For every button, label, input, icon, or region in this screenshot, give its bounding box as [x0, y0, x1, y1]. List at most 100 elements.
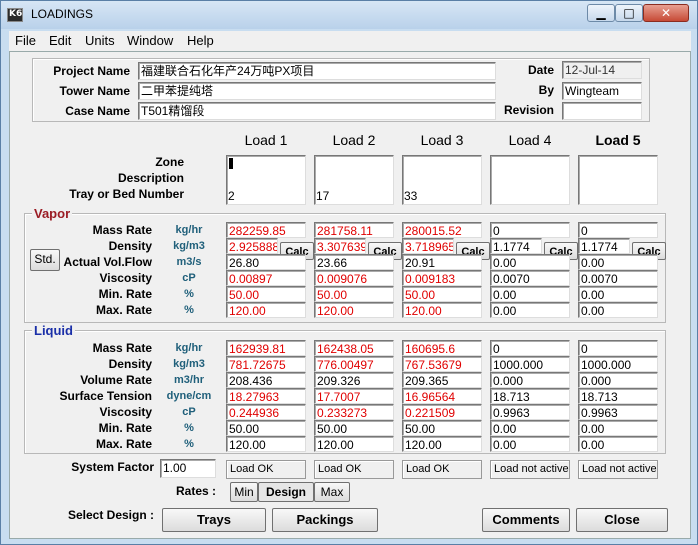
liquid-value-0-4[interactable]: 0: [490, 340, 570, 356]
zone-field-1[interactable]: [226, 155, 306, 172]
liquid-value-4-5[interactable]: 0.9963: [578, 404, 658, 420]
liquid-value-5-3[interactable]: 50.00: [402, 420, 482, 436]
liquid-value-1-5[interactable]: 1000.000: [578, 356, 658, 372]
vapor-value-2-5[interactable]: 0.00: [578, 254, 658, 270]
tower-name-field[interactable]: 二甲苯提纯塔: [138, 82, 496, 100]
menu-help[interactable]: Help: [187, 33, 214, 48]
liquid-value-0-5[interactable]: 0: [578, 340, 658, 356]
rate-max-button[interactable]: Max: [314, 482, 350, 502]
zone-field-4[interactable]: [490, 155, 570, 172]
tray-number-field-2[interactable]: 17: [314, 188, 394, 204]
vapor-value-3-4[interactable]: 0.0070: [490, 270, 570, 286]
vapor-value-4-3[interactable]: 50.00: [402, 286, 482, 302]
liquid-value-5-2[interactable]: 50.00: [314, 420, 394, 436]
tray-number-field-1[interactable]: 2: [226, 188, 306, 204]
title-bar[interactable]: K6 LOADINGS ▁ □ ✕: [1, 1, 697, 29]
vapor-value-3-2[interactable]: 0.009076: [314, 270, 394, 286]
vapor-value-5-5[interactable]: 0.00: [578, 302, 658, 318]
description-field-4[interactable]: [490, 172, 570, 188]
vapor-value-1-5[interactable]: 1.1774: [578, 238, 630, 254]
liquid-value-3-5[interactable]: 18.713: [578, 388, 658, 404]
liquid-value-1-4[interactable]: 1000.000: [490, 356, 570, 372]
tray-number-field-5[interactable]: [578, 188, 658, 204]
project-name-field[interactable]: 福建联合石化年产24万吨PX项目: [138, 62, 496, 80]
vapor-value-3-3[interactable]: 0.009183: [402, 270, 482, 286]
vapor-value-1-2[interactable]: 3.307639: [314, 238, 366, 254]
vapor-value-0-1[interactable]: 282259.85: [226, 222, 306, 238]
case-name-field[interactable]: T501精馏段: [138, 102, 496, 120]
vapor-value-1-3[interactable]: 3.718965: [402, 238, 454, 254]
description-field-5[interactable]: [578, 172, 658, 188]
vapor-value-4-4[interactable]: 0.00: [490, 286, 570, 302]
maximize-button[interactable]: □: [615, 4, 643, 22]
liquid-value-6-3[interactable]: 120.00: [402, 436, 482, 452]
liquid-value-6-2[interactable]: 120.00: [314, 436, 394, 452]
vapor-value-4-5[interactable]: 0.00: [578, 286, 658, 302]
liquid-value-2-3[interactable]: 209.365: [402, 372, 482, 388]
close-window-button[interactable]: ✕: [643, 4, 689, 22]
tray-number-field-3[interactable]: 33: [402, 188, 482, 204]
comments-button[interactable]: Comments: [482, 508, 570, 532]
minimize-button[interactable]: ▁: [587, 4, 615, 22]
vapor-value-1-4[interactable]: 1.1774: [490, 238, 542, 254]
description-field-3[interactable]: [402, 172, 482, 188]
trays-button[interactable]: Trays: [162, 508, 266, 532]
revision-field[interactable]: [562, 102, 642, 120]
vapor-value-0-3[interactable]: 280015.52: [402, 222, 482, 238]
vapor-value-3-1[interactable]: 0.00897: [226, 270, 306, 286]
description-field-1[interactable]: [226, 172, 306, 188]
menu-window[interactable]: Window: [127, 33, 173, 48]
vapor-value-2-1[interactable]: 26.80: [226, 254, 306, 270]
rate-design-button[interactable]: Design: [258, 482, 314, 502]
tray-number-field-4[interactable]: [490, 188, 570, 204]
liquid-value-5-4[interactable]: 0.00: [490, 420, 570, 436]
vapor-value-1-1[interactable]: 2.925888: [226, 238, 278, 254]
menu-units[interactable]: Units: [85, 33, 115, 48]
vapor-value-2-4[interactable]: 0.00: [490, 254, 570, 270]
liquid-value-0-2[interactable]: 162438.05: [314, 340, 394, 356]
vapor-value-5-1[interactable]: 120.00: [226, 302, 306, 318]
close-button[interactable]: Close: [576, 508, 668, 532]
zone-field-2[interactable]: [314, 155, 394, 172]
liquid-value-1-1[interactable]: 781.72675: [226, 356, 306, 372]
liquid-value-3-4[interactable]: 18.713: [490, 388, 570, 404]
liquid-value-2-2[interactable]: 209.326: [314, 372, 394, 388]
vapor-value-2-2[interactable]: 23.66: [314, 254, 394, 270]
by-field[interactable]: Wingteam: [562, 82, 642, 100]
liquid-value-5-5[interactable]: 0.00: [578, 420, 658, 436]
liquid-value-4-1[interactable]: 0.244936: [226, 404, 306, 420]
liquid-value-2-1[interactable]: 208.436: [226, 372, 306, 388]
liquid-value-0-3[interactable]: 160695.6: [402, 340, 482, 356]
menu-file[interactable]: File: [15, 33, 36, 48]
zone-field-5[interactable]: [578, 155, 658, 172]
liquid-value-1-3[interactable]: 767.53679: [402, 356, 482, 372]
vapor-value-5-2[interactable]: 120.00: [314, 302, 394, 318]
vapor-value-0-5[interactable]: 0: [578, 222, 658, 238]
liquid-value-1-2[interactable]: 776.00497: [314, 356, 394, 372]
liquid-value-4-3[interactable]: 0.221509: [402, 404, 482, 420]
liquid-value-6-1[interactable]: 120.00: [226, 436, 306, 452]
liquid-value-4-4[interactable]: 0.9963: [490, 404, 570, 420]
liquid-value-0-1[interactable]: 162939.81: [226, 340, 306, 356]
liquid-value-4-2[interactable]: 0.233273: [314, 404, 394, 420]
packings-button[interactable]: Packings: [272, 508, 378, 532]
liquid-value-2-4[interactable]: 0.000: [490, 372, 570, 388]
vapor-value-0-4[interactable]: 0: [490, 222, 570, 238]
system-factor-field[interactable]: 1.00: [160, 459, 216, 478]
rate-min-button[interactable]: Min: [230, 482, 258, 502]
menu-edit[interactable]: Edit: [49, 33, 71, 48]
description-field-2[interactable]: [314, 172, 394, 188]
vapor-value-2-3[interactable]: 20.91: [402, 254, 482, 270]
liquid-value-6-5[interactable]: 0.00: [578, 436, 658, 452]
liquid-value-3-3[interactable]: 16.96564: [402, 388, 482, 404]
vapor-value-3-5[interactable]: 0.0070: [578, 270, 658, 286]
liquid-value-3-2[interactable]: 17.7007: [314, 388, 394, 404]
liquid-value-6-4[interactable]: 0.00: [490, 436, 570, 452]
liquid-value-3-1[interactable]: 18.27963: [226, 388, 306, 404]
liquid-value-2-5[interactable]: 0.000: [578, 372, 658, 388]
vapor-value-0-2[interactable]: 281758.11: [314, 222, 394, 238]
vapor-value-4-1[interactable]: 50.00: [226, 286, 306, 302]
vapor-value-5-4[interactable]: 0.00: [490, 302, 570, 318]
zone-field-3[interactable]: [402, 155, 482, 172]
liquid-value-5-1[interactable]: 50.00: [226, 420, 306, 436]
